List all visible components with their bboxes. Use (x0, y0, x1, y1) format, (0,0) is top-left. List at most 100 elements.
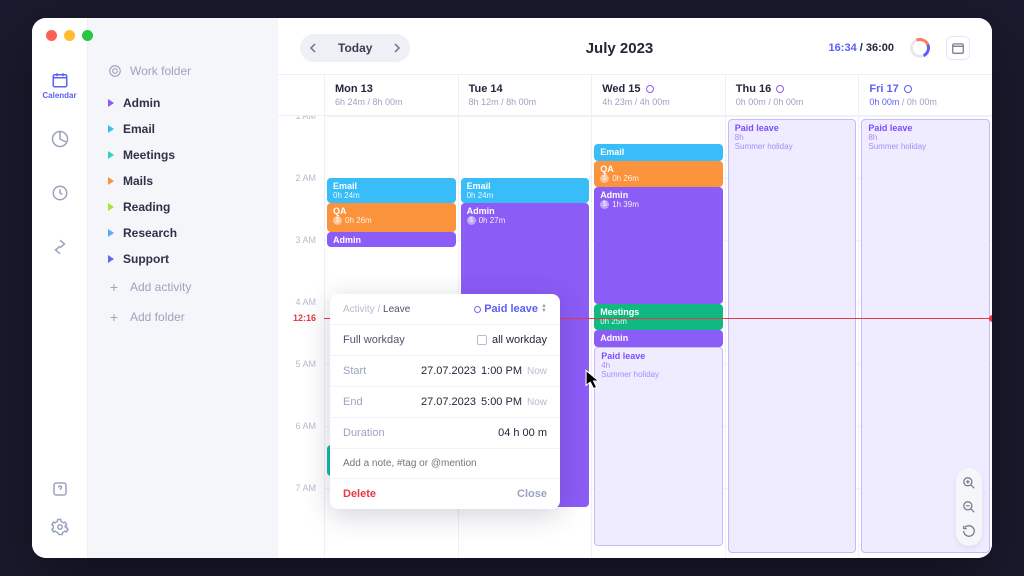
sidebar-item-label: Support (123, 252, 169, 266)
clock-icon (51, 184, 69, 202)
leave-type-selector[interactable]: Paid leave ▲▼ (474, 303, 547, 315)
sidebar-folder-header[interactable]: Work folder (98, 58, 268, 84)
iconbar-settings[interactable] (40, 514, 80, 540)
add-activity-button[interactable]: +Add activity (98, 272, 268, 302)
add-folder-button[interactable]: +Add folder (98, 302, 268, 332)
day-header-row: Mon 136h 24m / 8h 00mTue 148h 12m / 8h 0… (278, 74, 992, 116)
app-window: Calendar Work folder Admin Email Meetings M… (32, 18, 992, 558)
calendar-event[interactable]: Email0h 24m (327, 178, 456, 203)
triangle-icon (108, 229, 114, 237)
zoom-out-button[interactable] (960, 498, 978, 516)
zoom-controls (956, 468, 982, 546)
maximize-window-button[interactable] (82, 30, 93, 41)
progress-indicator[interactable] (908, 36, 932, 60)
end-time-input[interactable]: 5:00 PM (481, 396, 522, 408)
calendar-event[interactable]: Paid leave4hSummer holiday (594, 347, 723, 545)
today-button[interactable]: Today (328, 41, 382, 55)
triangle-icon (108, 151, 114, 159)
end-date-input[interactable]: 27.07.2023 (421, 396, 476, 408)
calendar-event[interactable]: QA$0h 26m (594, 161, 723, 187)
main-panel: Today July 2023 16:34 / 36:00 Mon 136h 2… (278, 18, 992, 558)
hour-label: 7 AM (295, 483, 316, 493)
hour-label: 3 AM (295, 235, 316, 245)
triangle-icon (108, 255, 114, 263)
iconbar-calendar[interactable]: Calendar (40, 60, 80, 110)
calendar-event[interactable]: Admin (327, 232, 456, 248)
calendar-icon (51, 71, 69, 89)
folder-label: Work folder (130, 64, 191, 78)
donut-icon (907, 35, 933, 61)
sidebar-item-meetings[interactable]: Meetings (98, 142, 268, 168)
triangle-icon (108, 125, 114, 133)
target-icon (108, 64, 122, 78)
billable-icon: $ (333, 216, 342, 225)
duration-value[interactable]: 04 h 00 m (498, 427, 547, 439)
prev-button[interactable] (300, 34, 328, 62)
date-nav: Today (300, 34, 410, 62)
start-time-input[interactable]: 1:00 PM (481, 365, 522, 377)
calendar-event[interactable]: Email (594, 144, 723, 161)
calendar-body: 1 AM2 AM3 AM4 AM5 AM6 AM7 AM12:16 Email0… (278, 116, 992, 558)
piechart-icon (51, 130, 69, 148)
day-column[interactable]: Paid leave8hSummer holiday (725, 116, 859, 558)
iconbar-help[interactable] (40, 476, 80, 502)
minimize-window-button[interactable] (64, 30, 75, 41)
day-header[interactable]: Thu 160h 00m / 0h 00m (725, 75, 859, 115)
calendar-view-button[interactable] (946, 36, 970, 60)
day-header[interactable]: Fri 170h 00m / 0h 00m (858, 75, 992, 115)
sidebar-item-label: Reading (123, 200, 170, 214)
window-controls (46, 30, 93, 41)
circle-icon (474, 306, 481, 313)
day-header[interactable]: Mon 136h 24m / 8h 00m (324, 75, 458, 115)
billable-icon: $ (467, 216, 476, 225)
transfer-icon (51, 238, 69, 256)
sidebar-item-support[interactable]: Support (98, 246, 268, 272)
iconbar: Calendar (32, 18, 88, 558)
end-now-button[interactable]: Now (527, 397, 547, 408)
note-input[interactable] (343, 458, 547, 469)
calendar-event[interactable]: Meetings0h 25m (594, 304, 723, 330)
sidebar-item-research[interactable]: Research (98, 220, 268, 246)
sidebar-item-label: Admin (123, 96, 160, 110)
gear-icon (51, 518, 69, 536)
iconbar-reports[interactable] (40, 114, 80, 164)
start-now-button[interactable]: Now (527, 366, 547, 377)
sidebar-item-label: Meetings (123, 148, 175, 162)
day-header[interactable]: Tue 148h 12m / 8h 00m (458, 75, 592, 115)
triangle-icon (108, 99, 114, 107)
iconbar-time[interactable] (40, 168, 80, 218)
calendar-event[interactable]: Admin$1h 39m (594, 187, 723, 304)
updown-icon: ▲▼ (541, 304, 547, 314)
zoom-in-icon (962, 476, 976, 490)
reset-icon (962, 524, 976, 538)
billable-icon: $ (600, 174, 609, 183)
allday-checkbox[interactable] (477, 335, 487, 345)
zoom-reset-button[interactable] (960, 522, 978, 540)
calendar-event[interactable]: QA$0h 26m (327, 203, 456, 232)
hour-label: 2 AM (295, 173, 316, 183)
hour-label: 6 AM (295, 421, 316, 431)
day-indicator-icon (646, 85, 654, 93)
iconbar-sync[interactable] (40, 222, 80, 272)
calendar-event[interactable]: Paid leave8hSummer holiday (728, 119, 857, 553)
day-indicator-icon (776, 85, 784, 93)
start-date-input[interactable]: 27.07.2023 (421, 365, 476, 377)
delete-button[interactable]: Delete (343, 488, 376, 500)
day-column[interactable]: EmailQA$0h 26mAdmin$1h 39mMeetings0h 25m… (591, 116, 725, 558)
close-button[interactable]: Close (517, 488, 547, 500)
sidebar-item-label: Research (123, 226, 177, 240)
zoom-in-button[interactable] (960, 474, 978, 492)
next-button[interactable] (382, 34, 410, 62)
sidebar-item-mails[interactable]: Mails (98, 168, 268, 194)
day-indicator-icon (904, 85, 912, 93)
close-window-button[interactable] (46, 30, 57, 41)
chevron-left-icon (309, 43, 319, 53)
sidebar-item-admin[interactable]: Admin (98, 90, 268, 116)
hours-column: 1 AM2 AM3 AM4 AM5 AM6 AM7 AM12:16 (278, 116, 324, 558)
calendar-event[interactable]: Email0h 24m (461, 178, 590, 203)
workday-label: Full workday (343, 334, 405, 346)
sidebar-item-reading[interactable]: Reading (98, 194, 268, 220)
sidebar-item-email[interactable]: Email (98, 116, 268, 142)
calendar-event[interactable]: Admin (594, 330, 723, 347)
day-header[interactable]: Wed 154h 23m / 4h 00m (591, 75, 725, 115)
